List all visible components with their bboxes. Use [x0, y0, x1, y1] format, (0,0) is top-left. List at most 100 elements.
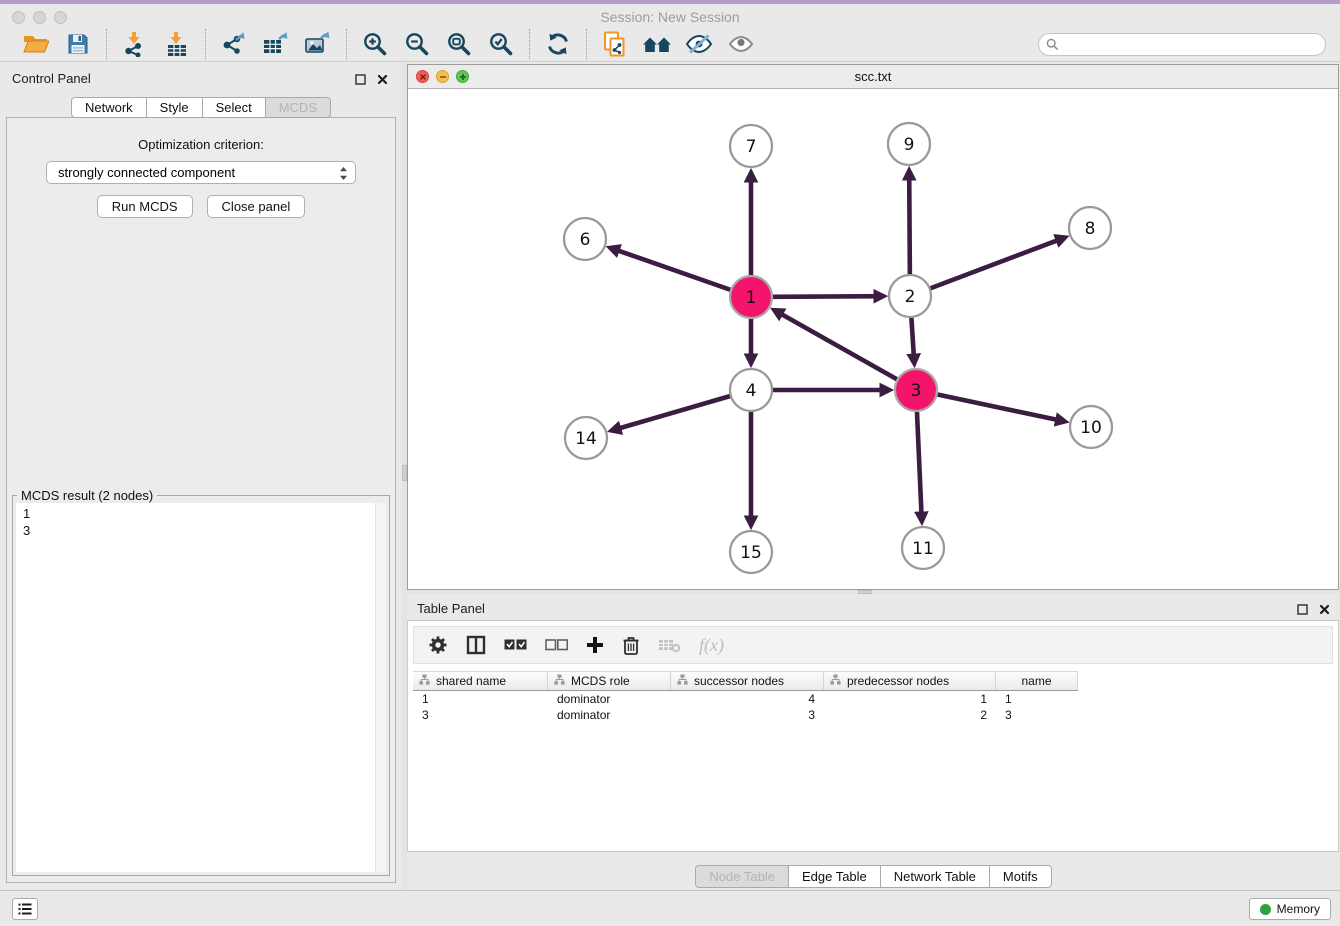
graph-edge-3-11[interactable]: [917, 412, 922, 521]
zoom-in-icon[interactable]: [360, 29, 390, 59]
export-table-icon[interactable]: [261, 29, 291, 59]
network-canvas[interactable]: 7968124314101511: [408, 89, 1338, 589]
run-mcds-button[interactable]: Run MCDS: [97, 195, 193, 218]
tab-network[interactable]: Network: [71, 97, 147, 118]
graph-edge-2-3[interactable]: [911, 318, 914, 363]
mcds-result-title: MCDS result (2 nodes): [17, 488, 157, 503]
hide-selected-icon[interactable]: [684, 29, 714, 59]
close-panel-button[interactable]: Close panel: [207, 195, 306, 218]
table-row[interactable]: 1dominator411: [413, 691, 1078, 707]
tree-icon: [677, 674, 688, 688]
graph-edge-1-2[interactable]: [773, 296, 883, 297]
graph-edge-2-9[interactable]: [909, 171, 910, 274]
table-cell: 1: [824, 691, 996, 707]
graph-edge-2-8[interactable]: [931, 238, 1065, 289]
table-cell: 1: [413, 691, 548, 707]
select-chevrons-icon: [339, 166, 348, 181]
network-maximize-button[interactable]: [456, 70, 469, 83]
zoom-out-icon[interactable]: [402, 29, 432, 59]
tree-icon: [830, 674, 841, 688]
show-all-icon[interactable]: [726, 29, 756, 59]
trash-icon[interactable]: [622, 635, 640, 656]
node-table: shared nameMCDS rolesuccessor nodesprede…: [413, 671, 1078, 723]
mcds-result-area[interactable]: 1 3: [16, 503, 386, 872]
tab-select[interactable]: Select: [203, 97, 266, 118]
mcds-panel: Optimization criterion: strongly connect…: [6, 117, 396, 883]
task-history-button[interactable]: [12, 898, 38, 920]
table-panel-title: Table Panel: [417, 601, 485, 616]
export-network-icon[interactable]: [219, 29, 249, 59]
table-cell: 3: [671, 707, 824, 723]
close-panel-icon[interactable]: [377, 72, 388, 90]
open-session-icon[interactable]: [21, 29, 51, 59]
graph-node-label: 15: [740, 543, 762, 563]
table-cell: 4: [671, 691, 824, 707]
graph-node-label: 6: [580, 230, 591, 250]
column-header[interactable]: shared name: [413, 672, 548, 690]
network-window-title: scc.txt: [408, 65, 1338, 88]
select-all-icon[interactable]: [504, 639, 527, 651]
graph-node-label: 3: [911, 381, 922, 401]
tab-style[interactable]: Style: [147, 97, 203, 118]
result-scrollbar[interactable]: [375, 503, 386, 872]
gear-icon[interactable]: [428, 635, 448, 655]
zoom-selected-icon[interactable]: [486, 29, 516, 59]
table-cell: 3: [413, 707, 548, 723]
criterion-selected-value: strongly connected component: [58, 165, 235, 180]
save-session-icon[interactable]: [63, 29, 93, 59]
function-builder-icon[interactable]: f(x): [699, 635, 724, 656]
deselect-all-icon[interactable]: [545, 639, 568, 651]
main-titlebar: Session: New Session: [0, 4, 1340, 27]
tab-mcds[interactable]: MCDS: [266, 97, 331, 118]
export-image-icon[interactable]: [303, 29, 333, 59]
tab-edge-table[interactable]: Edge Table: [789, 865, 881, 888]
table-body: 1dominator4113dominator323: [413, 691, 1078, 723]
float-table-panel-icon[interactable]: [1297, 602, 1308, 620]
refresh-icon[interactable]: [543, 29, 573, 59]
search-input[interactable]: [1038, 33, 1326, 56]
table-toolbar: f(x): [413, 626, 1333, 664]
zoom-fit-icon[interactable]: [444, 29, 474, 59]
delete-column-icon[interactable]: [658, 637, 681, 653]
criterion-select[interactable]: strongly connected component: [46, 161, 356, 184]
tab-motifs[interactable]: Motifs: [990, 865, 1052, 888]
mcds-result-text: 1 3: [16, 503, 386, 541]
table-cell: dominator: [548, 691, 671, 707]
graph-node-label: 9: [904, 135, 915, 155]
memory-button[interactable]: Memory: [1249, 898, 1331, 920]
tab-node-table[interactable]: Node Table: [695, 865, 789, 888]
graph-edge-4-14[interactable]: [612, 396, 730, 430]
memory-status-dot: [1260, 904, 1271, 915]
network-from-selection-icon[interactable]: [600, 29, 630, 59]
column-header[interactable]: name: [996, 672, 1078, 690]
graph-edge-3-1[interactable]: [775, 310, 897, 379]
show-columns-icon[interactable]: [466, 635, 486, 655]
column-header[interactable]: MCDS role: [548, 672, 671, 690]
network-minimize-button[interactable]: [436, 70, 449, 83]
control-panel-title: Control Panel: [12, 71, 91, 86]
status-bar: Memory: [0, 890, 1340, 926]
network-close-button[interactable]: [416, 70, 429, 83]
network-window-titlebar[interactable]: scc.txt: [408, 65, 1338, 89]
import-table-icon[interactable]: [162, 29, 192, 59]
close-table-panel-icon[interactable]: [1319, 602, 1330, 620]
graph-edge-3-10[interactable]: [938, 395, 1065, 422]
table-cell: 2: [824, 707, 996, 723]
first-neighbors-icon[interactable]: [642, 29, 672, 59]
column-header[interactable]: successor nodes: [671, 672, 824, 690]
memory-button-label: Memory: [1277, 902, 1320, 916]
table-row[interactable]: 3dominator323: [413, 707, 1078, 723]
main-toolbar: [0, 27, 1340, 62]
table-panel-content: f(x) shared nameMCDS rolesuccessor nodes…: [407, 620, 1339, 852]
table-panel: Table Panel: [407, 594, 1340, 890]
import-network-icon[interactable]: [120, 29, 150, 59]
table-cell: 3: [996, 707, 1078, 723]
float-panel-icon[interactable]: [355, 72, 366, 90]
add-icon[interactable]: [586, 636, 604, 654]
application-window: Session: New Session: [0, 0, 1340, 926]
graph-node-label: 11: [912, 539, 934, 559]
graph-node-label: 1: [746, 288, 757, 308]
graph-edge-1-6[interactable]: [610, 248, 730, 290]
column-header[interactable]: predecessor nodes: [824, 672, 996, 690]
tab-network-table[interactable]: Network Table: [881, 865, 990, 888]
